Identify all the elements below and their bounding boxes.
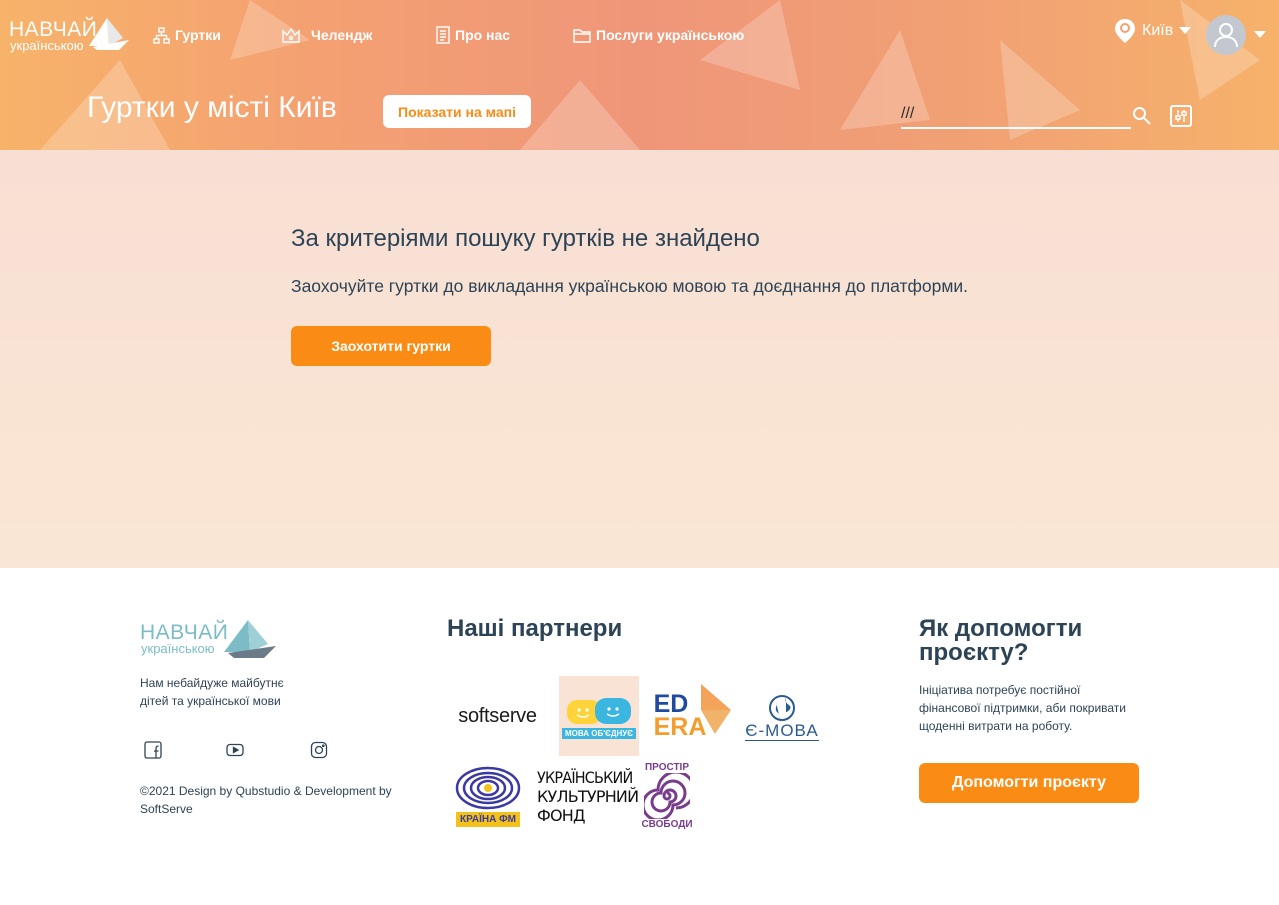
help-project-title: Як допомогти проєкту? (919, 615, 1083, 666)
ukf-text-1: УКРАЇНСЬКИЙ (537, 767, 633, 787)
prostir-text-2: СВОБОДИ (641, 819, 693, 830)
copyright-text: ©2021 Design by Qubstudio & Development … (140, 784, 392, 816)
paper-boat-icon (89, 18, 129, 50)
folder-icon (573, 28, 591, 43)
partner-softserve-logo[interactable]: softserve (447, 704, 548, 728)
empty-results-title: За критеріями пошуку гуртків не знайдено (291, 225, 760, 252)
site-logo[interactable]: НАВЧАЙ українською (9, 16, 131, 56)
user-menu[interactable] (1206, 15, 1266, 55)
nav-services[interactable]: Послуги українською (573, 24, 744, 46)
cluster-icon (153, 26, 170, 44)
user-icon (1214, 23, 1238, 48)
globe-icon (769, 694, 795, 721)
partner-mova-obiednuie-logo[interactable]: МОВА ОБ'ЄДНУЄ (559, 676, 639, 756)
logo-subtitle: українською (10, 38, 84, 53)
facebook-icon[interactable] (144, 741, 162, 759)
partner-e-mova-logo[interactable]: Є-МОВА (741, 686, 823, 748)
header: НАВЧАЙ українською Гуртки Челендж Про на… (0, 0, 1279, 150)
youtube-icon[interactable] (226, 741, 244, 759)
sliders-icon (1175, 110, 1187, 122)
main-content: За критеріями пошуку гуртків не знайдено… (0, 150, 1279, 568)
partner-edera-logo[interactable]: ED ERA (651, 680, 733, 752)
search-icon[interactable] (1132, 106, 1152, 126)
nav-clubs[interactable]: Гуртки (153, 24, 221, 46)
nav-about-label: Про нас (455, 27, 511, 43)
footer-logo-subtitle: українською (141, 641, 215, 656)
partners-title: Наші партнери (447, 615, 623, 642)
spiral-icon (644, 773, 690, 819)
help-project-button[interactable]: Допомогти проєкту (919, 763, 1139, 803)
nav-challenge[interactable]: Челендж (282, 24, 372, 46)
edera-text-2: ERA (653, 713, 707, 741)
show-on-map-button[interactable]: Показати на мапі (383, 95, 531, 128)
page-title: Гуртки у місті Київ (87, 91, 337, 124)
partner-prostir-svobody-logo[interactable]: ПРОСТІР СВОБОДИ (640, 760, 694, 832)
help-project-text: Ініціатива потребує постійної фінансової… (919, 683, 1126, 733)
footer: НАВЧАЙ українською Нам небайдуже майбутн… (0, 568, 1279, 905)
crown-icon (282, 27, 300, 43)
city-selector[interactable]: Київ (1114, 18, 1192, 44)
caret-down-icon (1254, 31, 1266, 38)
empty-results-text: Заохочуйте гуртки до викладання українсь… (291, 276, 969, 296)
location-pin-icon (1115, 19, 1135, 43)
ukf-text-2: КУЛЬТУРНИЙ (537, 786, 639, 806)
footer-logo[interactable]: НАВЧАЙ українською (140, 618, 280, 660)
filter-settings-icon[interactable] (1170, 105, 1192, 127)
partner-kraina-fm-logo[interactable]: КРАЇНА ФМ (453, 764, 523, 828)
partner-ukrainian-cultural-foundation-logo[interactable]: УКРАЇНСЬКИЙ КУЛЬТУРНИЙ ФОНД (537, 764, 639, 828)
e-mova-text: Є-МОВА (745, 720, 819, 741)
kraina-fm-text: КРАЇНА ФМ (456, 811, 520, 827)
nav-services-label: Послуги українською (596, 27, 745, 43)
footer-description: Нам небайдуже майбутнє дітей та українсь… (140, 676, 284, 708)
instagram-icon[interactable] (310, 741, 328, 759)
caret-down-icon (1179, 27, 1192, 34)
city-name: Київ (1142, 22, 1174, 39)
paper-boat-icon (224, 620, 276, 658)
prostir-text-1: ПРОСТІР (644, 762, 690, 773)
nav-clubs-label: Гуртки (175, 27, 221, 43)
avatar (1206, 15, 1246, 55)
softserve-wordmark: softserve (458, 704, 537, 727)
ukf-text-3: ФОНД (537, 805, 585, 825)
nav-challenge-label: Челендж (311, 27, 373, 43)
encourage-clubs-button[interactable]: Заохотити гуртки (291, 326, 491, 366)
radio-waves-icon (455, 766, 521, 809)
mova-obiednuie-text: МОВА ОБ'ЄДНУЄ (562, 727, 636, 739)
document-icon (436, 26, 450, 44)
nav-about[interactable]: Про нас (436, 24, 510, 46)
search-input[interactable] (901, 100, 1131, 129)
